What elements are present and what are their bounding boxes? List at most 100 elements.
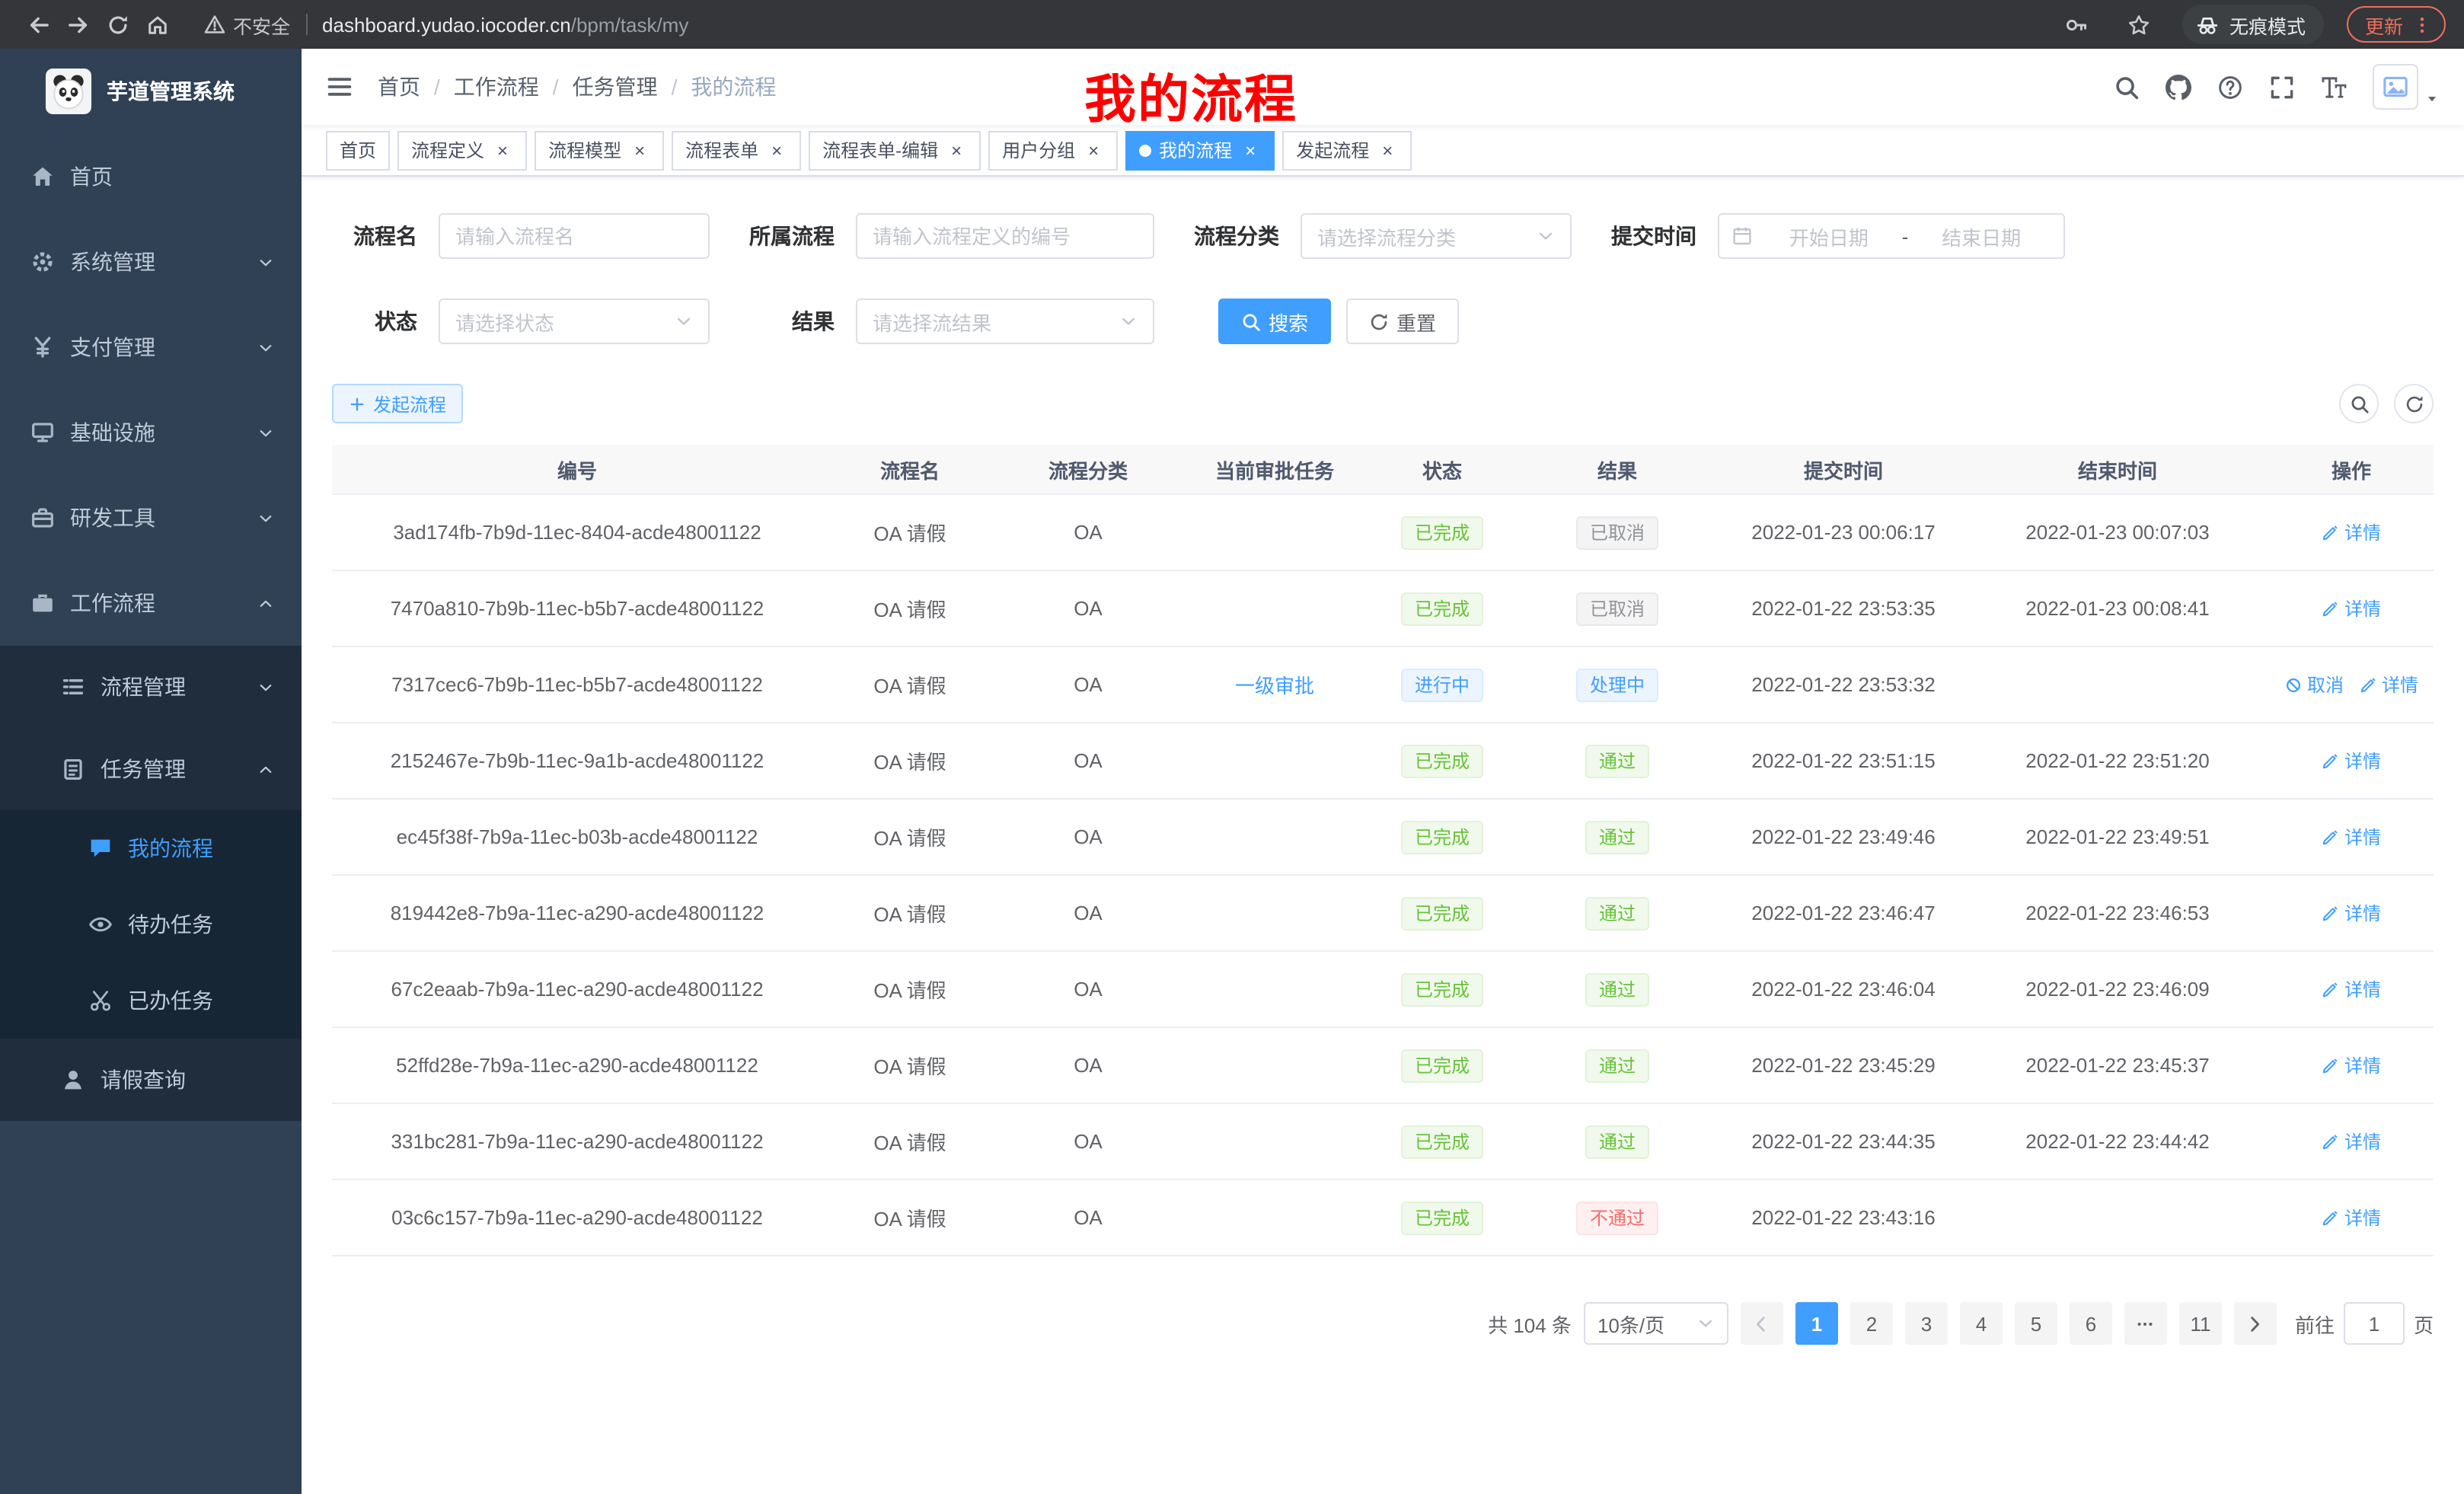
create-process-button[interactable]: 发起流程: [332, 384, 463, 423]
page-button[interactable]: 11: [2179, 1302, 2222, 1345]
category-select[interactable]: 请选择流程分类: [1301, 213, 1572, 259]
avatar[interactable]: [2373, 64, 2418, 110]
close-icon[interactable]: ×: [1083, 139, 1104, 161]
search-button[interactable]: 搜索: [1218, 298, 1331, 344]
detail-link[interactable]: 详情: [2322, 519, 2381, 545]
sidebar-item[interactable]: 任务管理: [0, 728, 302, 810]
sidebar-item[interactable]: 工作流程: [0, 560, 302, 646]
url-path[interactable]: /bpm/task/my: [571, 13, 689, 36]
cell-process-name: OA 请假: [822, 822, 997, 851]
browser-menu-icon[interactable]: [2412, 14, 2432, 34]
tab-item[interactable]: 流程模型×: [535, 130, 664, 170]
current-task-link[interactable]: 一级审批: [1235, 670, 1314, 699]
page-button[interactable]: 4: [1960, 1302, 2003, 1345]
breadcrumb-item[interactable]: 任务管理: [573, 72, 658, 102]
status-select[interactable]: 请选择状态: [439, 298, 710, 344]
close-icon[interactable]: ×: [492, 139, 513, 161]
reset-button[interactable]: 重置: [1346, 298, 1459, 344]
next-page-button[interactable]: [2234, 1302, 2277, 1345]
close-icon[interactable]: ×: [946, 139, 967, 161]
detail-link[interactable]: 详情: [2322, 1205, 2381, 1231]
tab-item[interactable]: 流程表单×: [672, 130, 801, 170]
header-search-button[interactable]: [2114, 74, 2140, 100]
detail-link[interactable]: 详情: [2322, 976, 2381, 1002]
security-warning-icon: [204, 14, 225, 35]
sidebar-item[interactable]: 支付管理: [0, 305, 302, 390]
sidebar-item[interactable]: 我的流程: [0, 810, 302, 886]
sidebar-item[interactable]: 已办任务: [0, 962, 302, 1039]
page-button[interactable]: 6: [2070, 1302, 2112, 1345]
breadcrumb: 首页/工作流程/任务管理/我的流程: [378, 72, 776, 102]
detail-link[interactable]: 详情: [2322, 900, 2381, 926]
refresh-table-button[interactable]: [2394, 384, 2434, 423]
address-bar[interactable]: 不安全 dashboard.yudao.iocoder.cn/bpm/task/…: [189, 5, 2045, 44]
update-button[interactable]: 更新: [2347, 6, 2446, 43]
result-select[interactable]: 请选择流结果: [856, 298, 1154, 344]
user-menu[interactable]: [2373, 64, 2440, 110]
breadcrumb-item[interactable]: 首页: [378, 72, 420, 102]
sidebar-toggle-button[interactable]: [326, 73, 353, 101]
fullscreen-button[interactable]: [2269, 74, 2295, 100]
process-definition-input[interactable]: [856, 213, 1154, 259]
close-icon[interactable]: ×: [1240, 139, 1261, 161]
close-icon[interactable]: ×: [1377, 139, 1398, 161]
close-icon[interactable]: ×: [629, 139, 650, 161]
browser-reload-button[interactable]: [97, 5, 137, 44]
detail-link[interactable]: 详情: [2322, 824, 2381, 850]
detail-link[interactable]: 详情: [2322, 1052, 2381, 1078]
page-button[interactable]: 3: [1905, 1302, 1948, 1345]
tab-item[interactable]: 流程定义×: [397, 130, 527, 170]
breadcrumb-item[interactable]: 工作流程: [454, 72, 539, 102]
process-name-input[interactable]: [439, 213, 710, 259]
sidebar-item[interactable]: 请假查询: [0, 1039, 302, 1121]
date-start-placeholder: 开始日期: [1759, 222, 1899, 251]
browser-home-button[interactable]: [137, 5, 177, 44]
detail-icon: [2359, 675, 2377, 694]
sidebar-item[interactable]: 系统管理: [0, 219, 302, 305]
sidebar-item[interactable]: 基础设施: [0, 390, 302, 475]
cell-status: 已完成: [1371, 1201, 1514, 1234]
url-host[interactable]: dashboard.yudao.iocoder.cn: [322, 13, 571, 36]
help-button[interactable]: [2217, 74, 2243, 100]
page-button[interactable]: 2: [1850, 1302, 1893, 1345]
browser-back-button[interactable]: [18, 5, 58, 44]
table-row: 2152467e-7b9b-11ec-9a1b-acde48001122OA 请…: [332, 723, 2434, 800]
close-icon[interactable]: ×: [766, 139, 787, 161]
leave-icon: [61, 1068, 85, 1092]
tab-item[interactable]: 我的流程×: [1125, 130, 1275, 170]
sidebar-item[interactable]: 研发工具: [0, 475, 302, 560]
cell-submit-time: 2022-01-22 23:44:35: [1721, 1130, 1966, 1153]
prev-page-button[interactable]: [1741, 1302, 1783, 1345]
detail-link[interactable]: 详情: [2359, 672, 2418, 698]
cell-end-time: 2022-01-22 23:51:20: [1966, 749, 2269, 772]
op-label: 详情: [2344, 1128, 2381, 1154]
tab-item[interactable]: 首页: [326, 130, 390, 170]
result-label: 结果: [749, 306, 835, 337]
cancel-link[interactable]: 取消: [2284, 672, 2344, 698]
app-logo-row[interactable]: 芋道管理系统: [0, 49, 302, 134]
security-status[interactable]: 不安全: [204, 10, 290, 39]
goto-page-input[interactable]: [2344, 1302, 2405, 1345]
tab-item[interactable]: 用户分组×: [988, 130, 1118, 170]
sidebar-item[interactable]: 流程管理: [0, 646, 302, 728]
page-button[interactable]: 5: [2015, 1302, 2057, 1345]
tab-item[interactable]: 发起流程×: [1282, 130, 1412, 170]
password-key-button[interactable]: [2057, 5, 2097, 44]
bookmark-star-button[interactable]: [2120, 5, 2159, 44]
incognito-label: 无痕模式: [2229, 10, 2306, 39]
detail-link[interactable]: 详情: [2322, 1128, 2381, 1154]
font-size-button[interactable]: [2321, 74, 2347, 100]
tab-item[interactable]: 流程表单-编辑×: [809, 130, 981, 170]
toggle-search-button[interactable]: [2339, 384, 2379, 423]
sidebar-item[interactable]: 待办任务: [0, 886, 302, 962]
date-range-input[interactable]: 开始日期 - 结束日期: [1718, 213, 2065, 259]
sidebar-item[interactable]: 首页: [0, 134, 302, 219]
detail-link[interactable]: 详情: [2322, 595, 2381, 621]
browser-forward-button[interactable]: [58, 5, 97, 44]
page-more-button[interactable]: [2124, 1302, 2167, 1345]
page-button[interactable]: 1: [1795, 1302, 1838, 1345]
page-size-select[interactable]: 10条/页: [1584, 1302, 1728, 1345]
detail-link[interactable]: 详情: [2322, 748, 2381, 774]
github-link[interactable]: [2166, 74, 2191, 100]
column-header: 流程名: [822, 455, 997, 484]
